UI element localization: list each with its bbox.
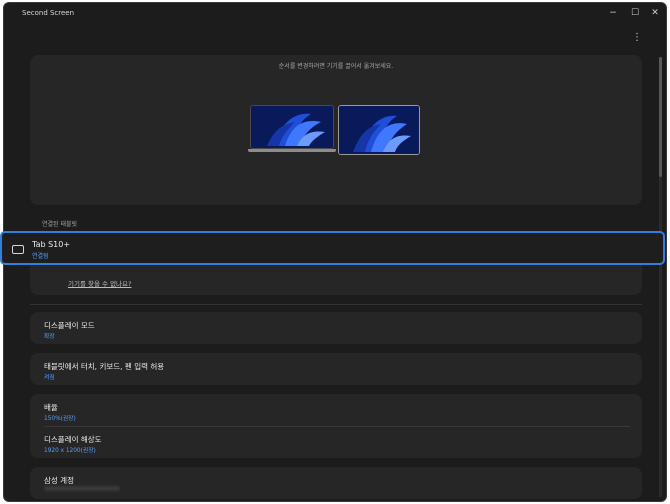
resolution-value: 1920 x 1200(권장) [44,448,96,454]
redacted-account-email [44,486,120,491]
wallpaper-bloom-icon [339,106,419,154]
laptop-base [248,149,336,152]
scale-value: 150%(권장) [44,416,76,422]
connected-device-tab-s10[interactable]: Tab S10+ 연결됨 [0,231,665,265]
device-name: Tab S10+ [32,240,71,249]
scrollbar[interactable] [659,57,662,497]
tablet-input-value: 켜짐 [44,375,55,381]
device-not-found-link[interactable]: 기기를 찾을 수 없나요? [68,278,131,288]
display-mode-value: 확장 [44,334,55,340]
samsung-account-title: 삼성 계정 [44,476,74,485]
scale-title[interactable]: 배율 [44,402,58,413]
display-mode-setting[interactable]: 디스플레이 모드 확장 [30,312,642,344]
resolution-title[interactable]: 디스플레이 해상도 [44,434,102,445]
samsung-account-setting[interactable]: 삼성 계정 [30,467,642,499]
pc-display-thumbnail[interactable] [250,105,334,149]
inner-divider [44,426,630,427]
tablet-icon [12,245,24,254]
tablet-input-title: 태블릿에서 터치, 키보드, 펜 입력 허용 [44,362,165,371]
arrangement-hint: 순서를 변경하려면 기기를 끌어서 옮겨보세요. [278,63,394,70]
section-divider [30,304,642,305]
tablet-display-thumbnail[interactable] [338,105,420,155]
display-mode-title: 디스플레이 모드 [44,321,95,330]
scale-resolution-card: 배율 150%(권장) 디스플레이 해상도 1920 x 1200(권장) [30,394,642,458]
display-arrangement-panel: 순서를 변경하려면 기기를 끌어서 옮겨보세요. [30,55,642,205]
tablet-input-setting[interactable]: 태블릿에서 터치, 키보드, 펜 입력 허용 켜짐 [30,353,642,385]
wallpaper-bloom-icon [251,106,333,148]
connected-tablets-label: 연결된 태블릿 [42,221,78,228]
device-status: 연결됨 [32,253,49,260]
close-button[interactable]: ✕ [646,5,664,21]
scrollbar-thumb[interactable] [659,57,662,177]
